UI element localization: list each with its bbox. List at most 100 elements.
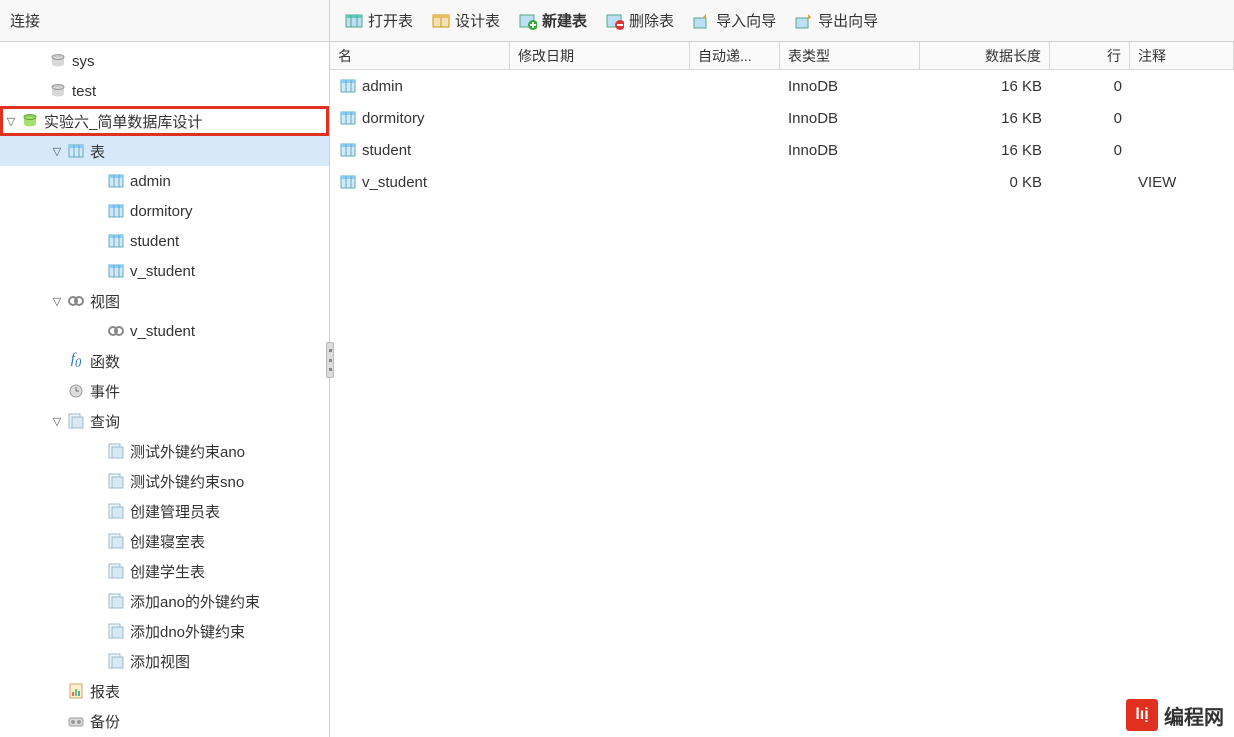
export-wizard-icon — [794, 11, 814, 31]
table-row[interactable]: admin InnoDB 16 KB0 — [330, 70, 1234, 102]
delete-table-button[interactable]: 删除表 — [599, 8, 680, 33]
tree-item-视图[interactable]: ▽ 视图 — [0, 286, 329, 316]
query-icon — [106, 442, 126, 460]
tree-item-label: 添加ano的外键约束 — [128, 591, 260, 612]
tree-item-创建寝室表[interactable]: 创建寝室表 — [0, 526, 329, 556]
query-icon — [106, 592, 126, 610]
cell-rows: 0 — [1050, 110, 1130, 127]
table-design-icon — [431, 11, 451, 31]
toolbar: 打开表 设计表 新建表 删除表 导入向导 导出向导 — [330, 0, 1234, 41]
tree-item-label: 添加视图 — [128, 651, 190, 672]
cell-rows: 0 — [1050, 142, 1130, 159]
table-icon — [106, 172, 126, 190]
cell-type: InnoDB — [780, 78, 920, 95]
table-icon — [338, 140, 358, 160]
cell-length: 16 KB — [920, 110, 1050, 127]
tree-item-label: 查询 — [88, 411, 120, 432]
col-datalength[interactable]: 数据长度 — [920, 42, 1050, 69]
table-row[interactable]: dormitoryInnoDB16 KB0 — [330, 102, 1234, 134]
tree-item-测试外键约束ano[interactable]: 测试外键约束ano — [0, 436, 329, 466]
cell-length: 16 KB — [920, 78, 1050, 95]
tree-item-查询[interactable]: ▽ 查询 — [0, 406, 329, 436]
table-icon — [106, 232, 126, 250]
col-rows[interactable]: 行 — [1050, 42, 1130, 69]
tree-item-添加视图[interactable]: 添加视图 — [0, 646, 329, 676]
cell-type-text: InnoDB — [788, 110, 838, 127]
tree-item-label: v_student — [128, 263, 195, 280]
sidebar-tree: systest ▽ 实验六_简单数据库设计 ▽表admindormitorystude… — [0, 42, 330, 737]
cell-rows: 0 — [1050, 78, 1130, 95]
tree-item-label: 添加dno外键约束 — [128, 621, 245, 642]
report-icon — [66, 682, 86, 700]
cell-rows-text: 0 — [1114, 142, 1122, 159]
table-delete-icon — [605, 11, 625, 31]
query-icon — [106, 652, 126, 670]
import-wizard-icon — [692, 11, 712, 31]
tree-item-实验六_简单数据库设计[interactable]: ▽ 实验六_简单数据库设计 — [0, 106, 329, 136]
tree-item-测试外键约束sno[interactable]: 测试外键约束sno — [0, 466, 329, 496]
tree-item-student[interactable]: student — [0, 226, 329, 256]
table-row[interactable]: v_student 0 KB VIEW — [330, 166, 1234, 198]
chevron-down-icon[interactable]: ▽ — [4, 115, 18, 128]
new-table-button[interactable]: 新建表 — [512, 8, 593, 33]
import-wizard-button[interactable]: 导入向导 — [686, 8, 782, 33]
tree-item-label: 视图 — [88, 291, 120, 312]
tree-item-label: 实验六_简单数据库设计 — [42, 111, 202, 132]
cell-name-text: admin — [362, 78, 403, 95]
tree-item-报表[interactable]: 报表 — [0, 676, 329, 706]
design-table-button[interactable]: 设计表 — [425, 8, 506, 33]
export-wizard-button[interactable]: 导出向导 — [788, 8, 884, 33]
tree-item-label: 函数 — [88, 351, 120, 372]
tree-item-sys[interactable]: sys — [0, 46, 329, 76]
cell-length: 16 KB — [920, 142, 1050, 159]
splitter-handle[interactable] — [326, 342, 334, 378]
table-icon — [106, 202, 126, 220]
tree-item-admin[interactable]: admin — [0, 166, 329, 196]
col-tabletype[interactable]: 表类型 — [780, 42, 920, 69]
cell-length-text: 0 KB — [1009, 174, 1042, 191]
tree-item-函数[interactable]: f0函数 — [0, 346, 329, 376]
col-autoinc[interactable]: 自动递... — [690, 42, 780, 69]
tree-item-创建管理员表[interactable]: 创建管理员表 — [0, 496, 329, 526]
table-row[interactable]: studentInnoDB16 KB0 — [330, 134, 1234, 166]
tree-item-表[interactable]: ▽表 — [0, 136, 329, 166]
tree-item-创建学生表[interactable]: 创建学生表 — [0, 556, 329, 586]
event-icon — [66, 382, 86, 400]
db-grey-icon — [48, 82, 68, 100]
watermark-text: 编程网 — [1164, 701, 1224, 730]
import-wizard-label: 导入向导 — [716, 10, 776, 31]
cell-comment: VIEW — [1130, 174, 1234, 191]
tree-item-v_student[interactable]: v_student — [0, 256, 329, 286]
query-icon — [106, 622, 126, 640]
table-list: adminInnoDB16 KB0dormitoryInnoDB16 KB0st… — [330, 70, 1234, 198]
delete-table-label: 删除表 — [629, 10, 674, 31]
chevron-down-icon[interactable]: ▽ — [50, 295, 64, 308]
view-grp-icon — [66, 292, 86, 310]
cell-length-text: 16 KB — [1001, 142, 1042, 159]
tablegrp-icon — [66, 142, 86, 160]
cell-name: v_student — [330, 172, 510, 192]
table-new-icon — [518, 11, 538, 31]
chevron-down-icon[interactable]: ▽ — [50, 415, 64, 428]
tree-item-添加dno外键约束[interactable]: 添加dno外键约束 — [0, 616, 329, 646]
tree-item-test[interactable]: test — [0, 76, 329, 106]
db-grey-icon — [48, 52, 68, 70]
tree-item-v_student[interactable]: v_student — [0, 316, 329, 346]
tree-item-dormitory[interactable]: dormitory — [0, 196, 329, 226]
open-table-button[interactable]: 打开表 — [338, 8, 419, 33]
tree-item-备份[interactable]: 备份 — [0, 706, 329, 736]
col-modified[interactable]: 修改日期 — [510, 42, 690, 69]
col-comment[interactable]: 注释 — [1130, 42, 1234, 69]
tree-item-label: 备份 — [88, 711, 120, 732]
tree-item-label: 事件 — [88, 381, 120, 402]
tree-item-添加ano的外键约束[interactable]: 添加ano的外键约束 — [0, 586, 329, 616]
col-name[interactable]: 名 — [330, 42, 510, 69]
tree-item-label: 测试外键约束sno — [128, 471, 244, 492]
topbar: 连接 打开表 设计表 新建表 删除表 导入向导 导出向导 — [0, 0, 1234, 42]
design-table-label: 设计表 — [455, 10, 500, 31]
cell-comment-text: VIEW — [1138, 174, 1176, 191]
cell-length-text: 16 KB — [1001, 110, 1042, 127]
chevron-down-icon[interactable]: ▽ — [50, 145, 64, 158]
cell-type-text: InnoDB — [788, 78, 838, 95]
tree-item-事件[interactable]: 事件 — [0, 376, 329, 406]
